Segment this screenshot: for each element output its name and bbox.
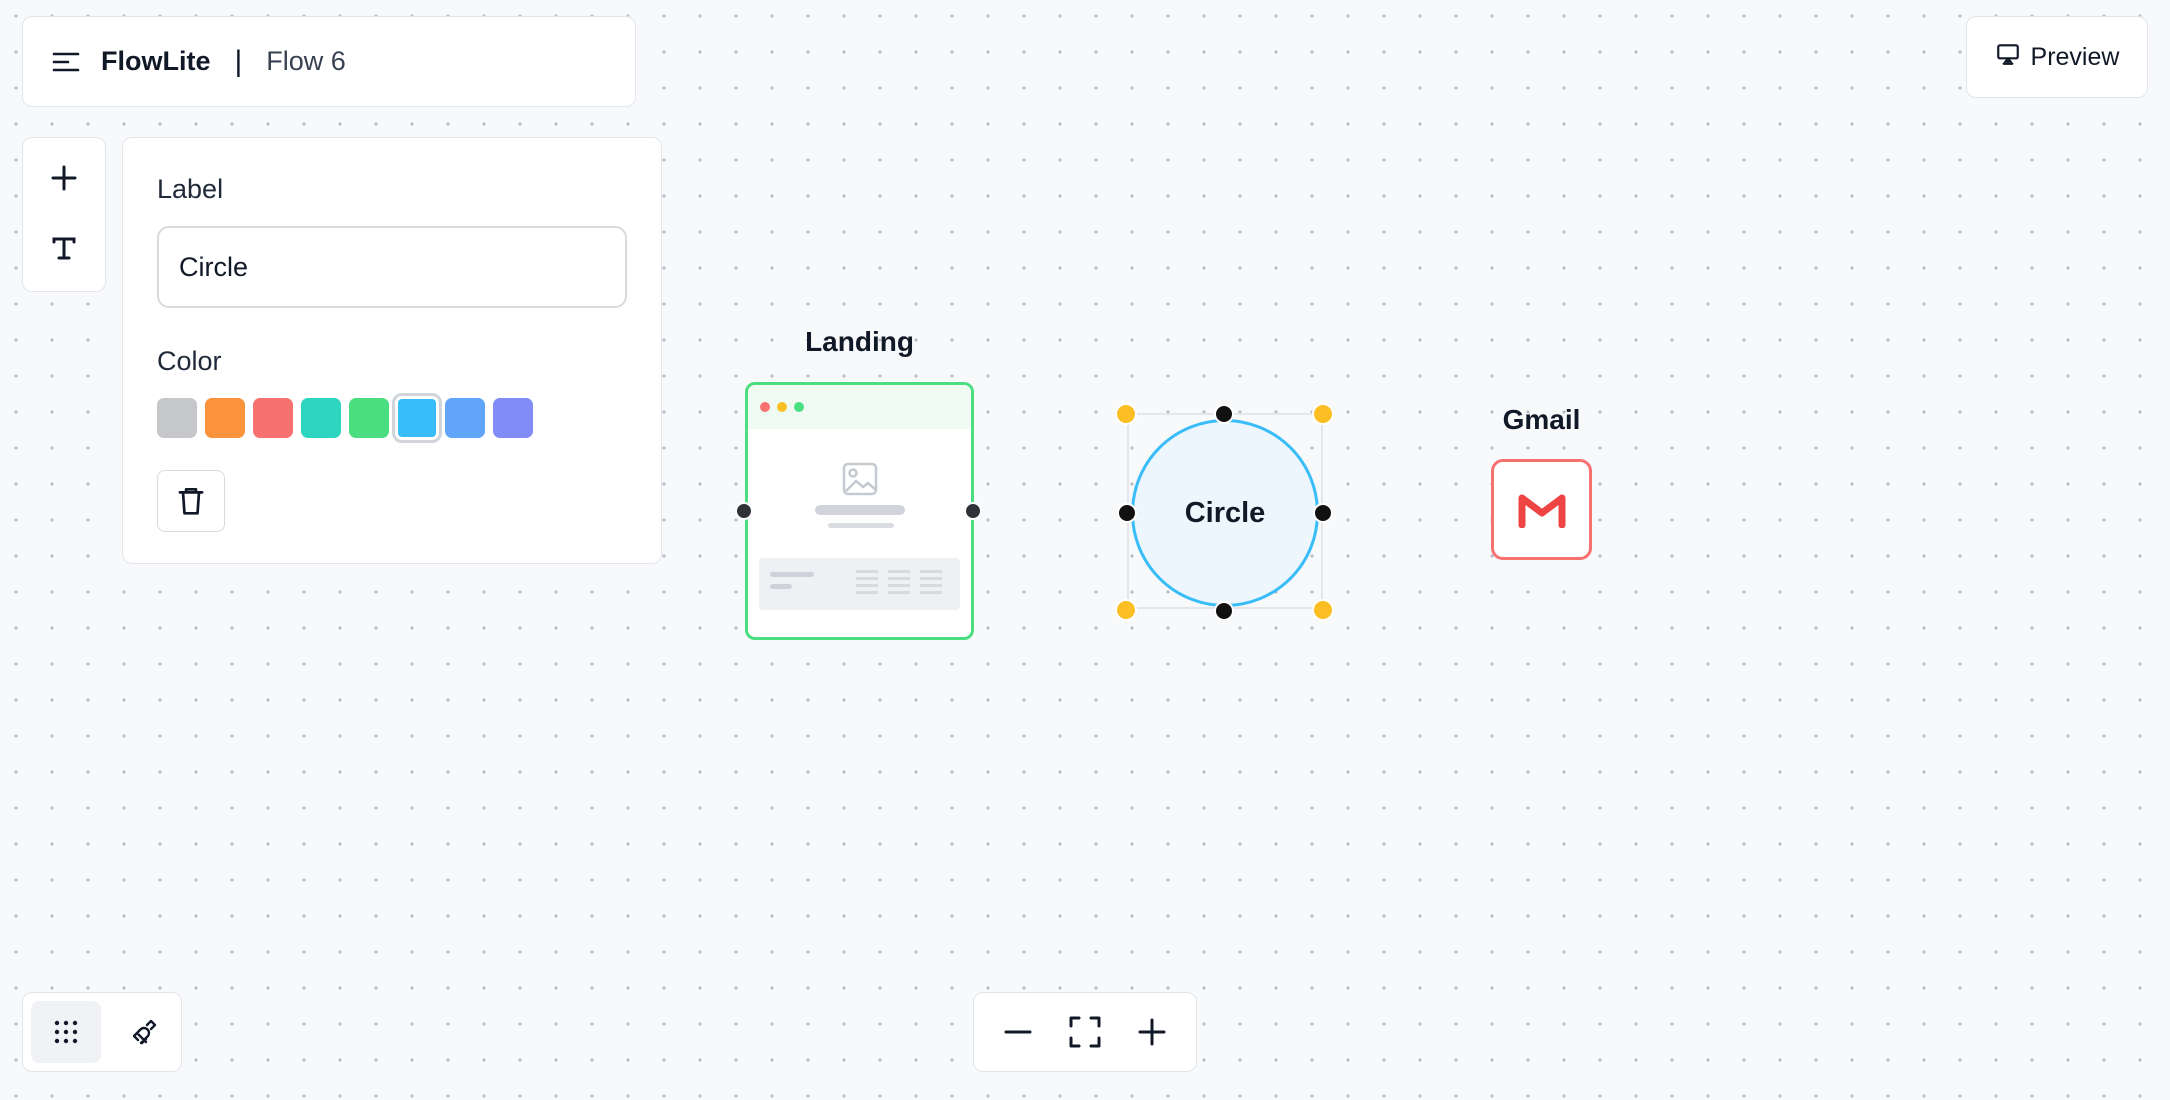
circle-right-handle[interactable] [1313,503,1333,523]
text-icon [52,237,76,260]
label-heading: Label [157,174,224,204]
plus-icon [51,165,77,191]
flow-name[interactable]: Flow 6 [266,46,346,77]
magnet-button[interactable] [109,1001,179,1063]
properties-panel: Label Color [122,137,662,564]
landing-left-handle[interactable] [735,502,753,520]
presentation-icon [1995,41,2021,74]
color-swatch[interactable] [253,398,293,438]
add-node-button[interactable] [34,148,94,208]
color-heading: Color [157,346,222,376]
magnet-icon [132,1019,157,1045]
landing-node[interactable] [745,382,974,640]
toolbar [22,137,106,292]
preview-label: Preview [2030,42,2120,71]
landing-node-title: Landing [805,326,914,357]
color-swatch[interactable] [392,393,442,443]
circle-node[interactable]: Circle [1131,419,1319,607]
zoom-out-icon [1004,1030,1032,1034]
resize-handle-top-left[interactable] [1115,403,1137,425]
color-swatch[interactable] [205,398,245,438]
fit-view-icon [1069,1016,1101,1048]
grid-dots-icon [54,1020,78,1044]
landing-page-thumbnail [759,462,960,610]
fit-view-button[interactable] [1057,1004,1113,1060]
zoom-in-icon [1138,1018,1166,1046]
circle-top-handle[interactable] [1214,404,1234,424]
resize-handle-top-right[interactable] [1312,403,1334,425]
app-name: FlowLite [101,46,211,76]
menu-icon[interactable] [51,47,81,77]
color-swatch[interactable] [349,398,389,438]
resize-handle-bottom-left[interactable] [1115,599,1137,621]
color-swatch[interactable] [301,398,341,438]
gmail-node-title: Gmail [1502,404,1581,435]
zoom-controls [973,992,1197,1072]
trash-icon [178,487,204,515]
circle-node-label: Circle [1184,496,1266,529]
color-swatches [157,393,533,443]
color-swatch[interactable] [493,398,533,438]
browser-bar [748,385,971,429]
delete-button[interactable] [157,470,225,532]
canvas-options [22,992,182,1072]
circle-left-handle[interactable] [1117,503,1137,523]
add-text-button[interactable] [34,218,94,278]
gmail-node[interactable] [1491,459,1592,560]
landing-right-handle[interactable] [964,502,982,520]
color-swatch[interactable] [445,398,485,438]
app-header: FlowLite | Flow 6 [22,16,636,107]
zoom-in-button[interactable] [1124,1004,1180,1060]
header-separator: | [234,44,243,78]
resize-handle-bottom-right[interactable] [1312,599,1334,621]
gmail-icon [1518,494,1565,528]
preview-button[interactable]: Preview [1966,16,2148,98]
snap-to-grid-button[interactable] [31,1001,101,1063]
zoom-out-button[interactable] [990,1004,1046,1060]
color-swatch[interactable] [157,398,197,438]
label-input[interactable] [157,226,627,308]
circle-bottom-handle[interactable] [1214,601,1234,621]
